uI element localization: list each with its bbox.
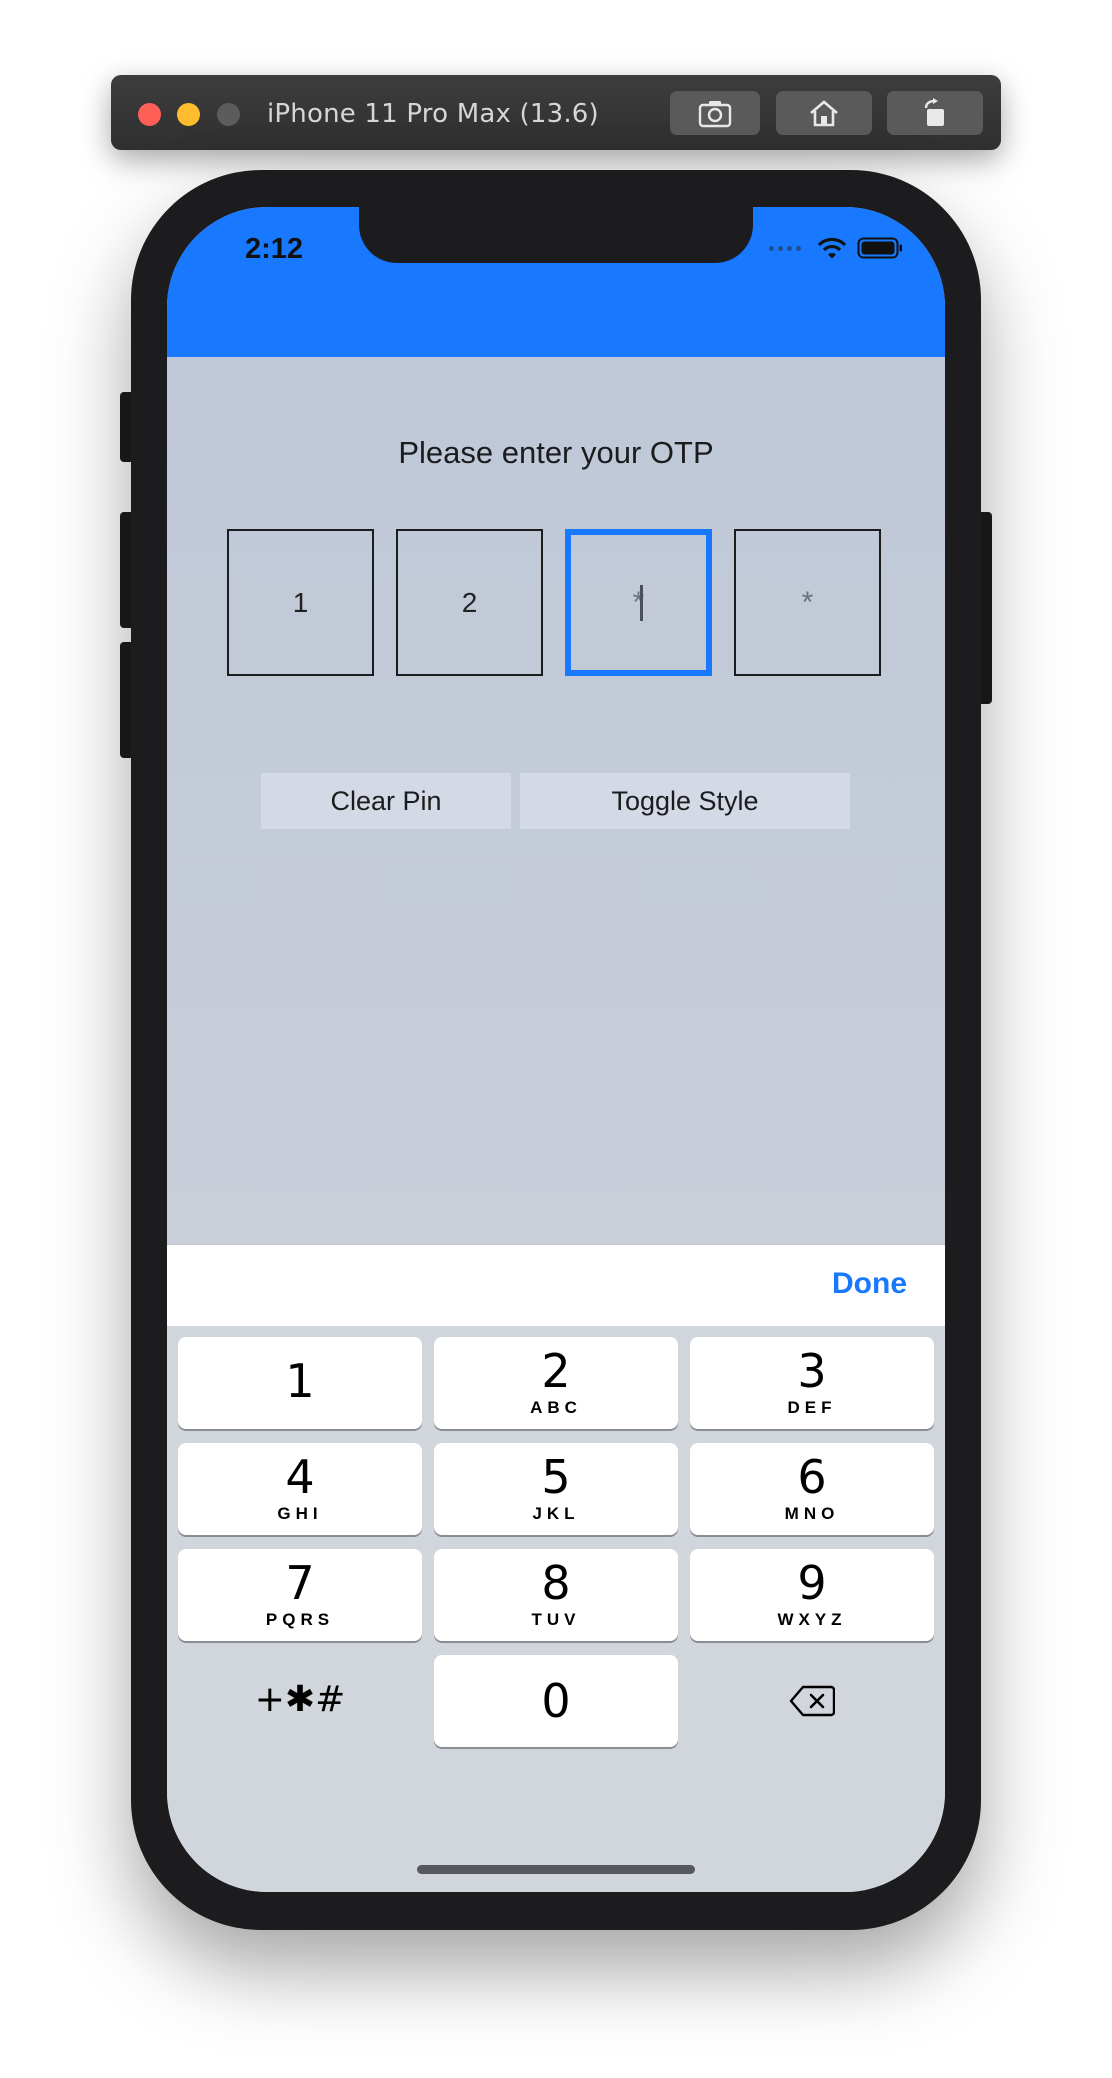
key-digit: 7: [285, 1556, 315, 1610]
key-6[interactable]: 6 MNO: [690, 1443, 934, 1535]
rotate-button[interactable]: [887, 91, 983, 135]
zoom-window-button[interactable]: [217, 103, 240, 126]
key-letters: DEF: [787, 1398, 837, 1417]
text-cursor: [640, 585, 643, 621]
key-7[interactable]: 7 PQRS: [178, 1549, 422, 1641]
otp-box-1-value: 1: [292, 586, 309, 618]
key-5[interactable]: 5 JKL: [434, 1443, 678, 1535]
rotate-icon: [924, 98, 944, 126]
key-9[interactable]: 9 WXYZ: [690, 1549, 934, 1641]
screenshot-icon: [698, 101, 732, 128]
minimize-window-button[interactable]: [177, 103, 200, 126]
key-digit: 8: [541, 1556, 571, 1610]
home-icon: [810, 100, 838, 127]
key-letters: WXYZ: [777, 1610, 847, 1629]
notch: [359, 207, 753, 263]
screenshot-button[interactable]: [670, 91, 760, 135]
key-digit: 2: [541, 1344, 571, 1398]
key-digit: 6: [797, 1450, 827, 1504]
battery-icon: [857, 237, 902, 259]
numeric-keypad: 1 2 ABC 3 DEF 4 GHI 5 JKL 6 MNO 7 PQRS 8: [167, 1326, 945, 1892]
phone-screen: 2:12 Please enter your OTP 1 2 * * Clear…: [167, 207, 945, 1892]
otp-box-4-placeholder: *: [801, 585, 814, 619]
wifi-icon: [817, 237, 847, 259]
key-letters: GHI: [277, 1504, 323, 1523]
otp-box-2-value: 2: [461, 586, 478, 618]
backspace-icon: [789, 1685, 835, 1717]
key-digit: 5: [541, 1450, 571, 1504]
toggle-style-button[interactable]: Toggle Style: [520, 773, 850, 829]
keyboard-toolbar: Done: [167, 1244, 945, 1327]
key-3[interactable]: 3 DEF: [690, 1337, 934, 1429]
home-indicator: [417, 1865, 695, 1874]
clear-pin-button[interactable]: Clear Pin: [261, 773, 511, 829]
window-title: iPhone 11 Pro Max (13.6): [267, 99, 599, 129]
close-window-button[interactable]: [138, 103, 161, 126]
key-4[interactable]: 4 GHI: [178, 1443, 422, 1535]
key-letters: TUV: [531, 1610, 581, 1629]
status-icons: [769, 237, 903, 259]
key-digit: 9: [797, 1556, 827, 1610]
key-8[interactable]: 8 TUV: [434, 1549, 678, 1641]
key-digit: 3: [797, 1344, 827, 1398]
otp-box-4[interactable]: *: [734, 529, 881, 676]
home-button[interactable]: [776, 91, 872, 135]
key-0[interactable]: 0: [434, 1655, 678, 1747]
otp-box-3[interactable]: *: [565, 529, 712, 676]
key-letters: ABC: [530, 1398, 582, 1417]
signal-icon: [769, 245, 801, 251]
status-time: 2:12: [245, 233, 304, 265]
key-digit: 4: [285, 1450, 315, 1504]
simulator-titlebar: iPhone 11 Pro Max (13.6): [111, 75, 1001, 150]
key-2[interactable]: 2 ABC: [434, 1337, 678, 1429]
key-letters: MNO: [784, 1504, 840, 1523]
symbols-key[interactable]: +✱#: [178, 1653, 422, 1745]
done-button[interactable]: Done: [832, 1267, 907, 1301]
delete-key[interactable]: [690, 1655, 934, 1747]
key-digit: 1: [285, 1354, 315, 1408]
otp-prompt: Please enter your OTP: [398, 435, 714, 470]
key-digit: 0: [541, 1674, 571, 1728]
otp-box-2[interactable]: 2: [396, 529, 543, 676]
key-letters: PQRS: [265, 1610, 335, 1629]
otp-box-1[interactable]: 1: [227, 529, 374, 676]
key-letters: JKL: [532, 1504, 580, 1523]
key-1[interactable]: 1: [178, 1337, 422, 1429]
